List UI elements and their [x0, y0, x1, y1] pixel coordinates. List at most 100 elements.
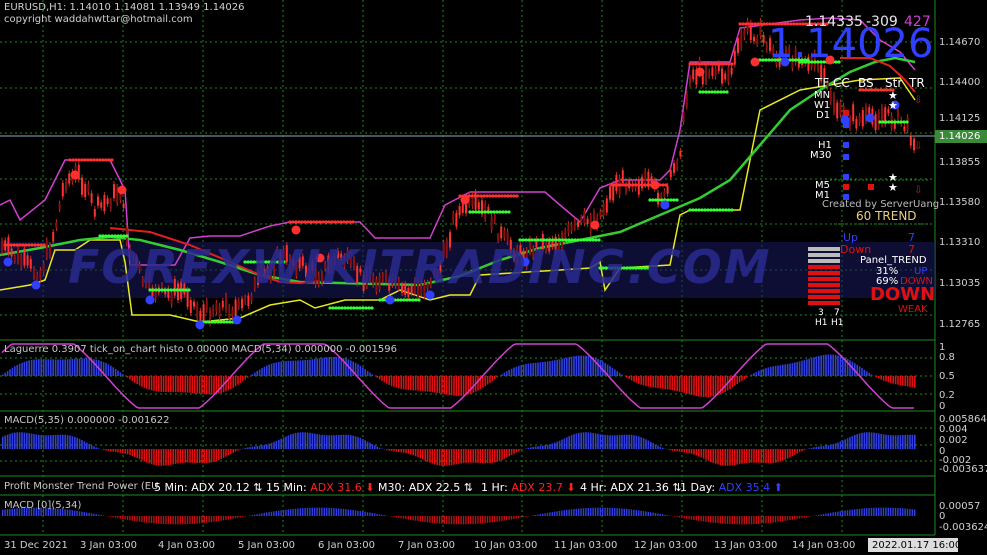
macd2-bar	[522, 516, 525, 518]
macd2-bar	[683, 516, 685, 519]
laguerre-bar	[71, 358, 74, 376]
macd2-bar	[407, 516, 409, 520]
macd2-bar	[878, 507, 880, 516]
macd-bar	[786, 449, 789, 459]
laguerre-bar	[138, 376, 141, 386]
laguerre-bar	[9, 369, 11, 376]
macd-bar	[822, 445, 825, 449]
macd2-bar	[770, 516, 772, 523]
macd2-bar	[789, 516, 791, 521]
macd2-bar	[614, 507, 616, 516]
macd-bar	[573, 434, 575, 449]
laguerre-bar	[275, 362, 278, 376]
adx-value: ADX 23.7	[511, 481, 563, 494]
signal-dot	[98, 234, 102, 238]
macd2-bar	[753, 516, 755, 525]
macd-bar	[107, 449, 110, 451]
macd-bar	[182, 449, 184, 463]
adx-1hr: 1 Hr: ADX 23.7 ⬇	[481, 481, 576, 494]
macd-bar	[719, 449, 722, 466]
signal-dot	[648, 198, 652, 202]
adx-arrow-icon: ⬇	[365, 481, 375, 494]
macd-bar	[14, 432, 16, 449]
macd-bar	[335, 435, 338, 449]
macd-bar	[777, 449, 779, 463]
up-label: Up	[843, 231, 859, 244]
macd2-bar	[494, 516, 496, 522]
side-number: 7	[908, 243, 915, 256]
macd-bar	[899, 435, 902, 449]
macd2-bar	[143, 516, 145, 523]
macd2-bar	[122, 516, 124, 520]
laguerre-bar	[753, 373, 755, 376]
signal-dot	[482, 194, 486, 198]
macd2-bar	[724, 516, 726, 524]
laguerre-bar	[525, 364, 527, 376]
macd2-bar	[515, 516, 517, 519]
laguerre-bar	[834, 354, 837, 376]
macd-bar	[820, 446, 822, 449]
macd-bar	[21, 432, 23, 449]
macd-bar	[400, 449, 402, 453]
signal-dot	[664, 183, 668, 187]
macd-bar	[292, 433, 294, 449]
macd2-bar	[705, 516, 707, 522]
macd2-bar	[801, 516, 803, 519]
time-axis-label: 14 Jan 03:00	[792, 540, 856, 551]
macd2-bar	[431, 516, 433, 523]
laguerre-bar	[825, 354, 827, 376]
macd-bar	[393, 449, 395, 452]
macd-bar	[69, 435, 71, 449]
top-number-price: 1.14335	[805, 14, 863, 30]
macd2-bar	[510, 516, 513, 520]
laguerre-bar	[436, 376, 438, 393]
signal-dot	[759, 22, 763, 26]
macd2-bar	[772, 516, 774, 523]
laguerre-bar	[909, 376, 911, 387]
macd-bar	[170, 449, 172, 465]
signal-dot	[312, 220, 316, 224]
macd-bar	[827, 445, 830, 449]
macd-bar	[357, 437, 359, 449]
macd-bar	[294, 433, 297, 449]
laguerre-bar	[292, 360, 294, 376]
laguerre-bar	[268, 364, 270, 376]
laguerre-bar	[194, 376, 196, 394]
signal-dot	[107, 234, 111, 238]
adx-value: ADX 35.4	[718, 481, 771, 494]
down-arrow-icon: ⇩	[914, 185, 923, 196]
macd2-bar	[834, 511, 837, 516]
macd2-bar	[359, 511, 361, 516]
macd-bar	[225, 449, 227, 457]
laguerre-bar	[546, 361, 549, 376]
macd2-bar	[278, 510, 280, 516]
macd2-bar	[292, 508, 294, 516]
laguerre-bar	[621, 374, 623, 376]
macd2-bar	[842, 510, 844, 516]
candle-body	[103, 195, 106, 212]
laguerre-bar	[153, 376, 155, 391]
macd2-bar	[167, 516, 169, 525]
signal-dot	[207, 320, 211, 324]
candle-body	[743, 29, 746, 38]
macd-bar	[592, 432, 594, 449]
macd-bar	[254, 446, 256, 449]
macd-bar	[578, 432, 580, 449]
candle-body	[724, 73, 727, 80]
macd2-bar	[242, 516, 244, 517]
signal-dot	[712, 62, 716, 66]
signal-dot	[89, 158, 93, 162]
laguerre-bar	[520, 365, 522, 376]
macd-bar	[234, 449, 237, 452]
macd2-bar	[604, 507, 606, 516]
laguerre-bar	[369, 372, 371, 376]
macd2-bar	[602, 507, 604, 516]
candle-body	[84, 184, 87, 198]
macd2-bar	[141, 516, 143, 523]
candle-body	[586, 218, 589, 224]
laguerre-bar	[791, 363, 794, 376]
laguerre-bar	[338, 357, 340, 376]
macd2-bar	[170, 516, 172, 525]
side-number: 7	[908, 231, 915, 244]
laguerre-bar	[246, 376, 249, 378]
